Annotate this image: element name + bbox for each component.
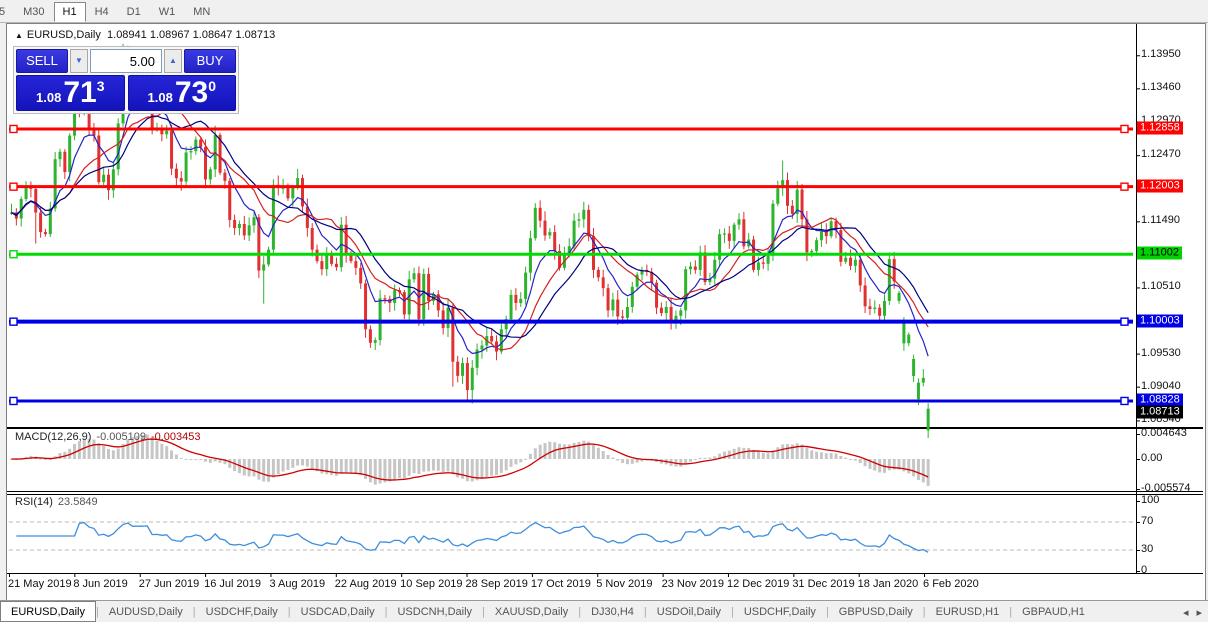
ma-line-sma18 [11, 115, 929, 339]
buy-price-handle: 1.08 [147, 90, 173, 105]
chart-window[interactable]: ▲ EURUSD,Daily 1.08941 1.08967 1.08647 1.… [6, 23, 1206, 601]
macd-signal-value: -0.003453 [150, 431, 201, 443]
price-level-badge: 1.11002 [1137, 246, 1182, 260]
level-handle[interactable] [1120, 317, 1129, 326]
level-handle[interactable] [1120, 396, 1129, 406]
chart-tab-gbpusd-daily[interactable]: GBPUSD,Daily [829, 603, 923, 621]
chart-tab-usdcad-daily[interactable]: USDCAD,Daily [291, 603, 385, 621]
price-axis-label: 1.09040 [1141, 379, 1181, 392]
price-axis-label: 1.09530 [1141, 346, 1181, 359]
level-handle[interactable] [9, 317, 18, 326]
volume-input[interactable] [90, 49, 162, 73]
chart-tab-usdoil-daily[interactable]: USDOil,Daily [647, 603, 731, 621]
sell-price-handle: 1.08 [36, 90, 62, 105]
chart-tab-usdchf-daily[interactable]: USDCHF,Daily [196, 603, 288, 621]
chart-tab-usdcnh-daily[interactable]: USDCNH,Daily [387, 603, 482, 621]
date-axis-label: 10 Sep 2019 [400, 578, 463, 590]
trading-terminal: 5 M30 H1 H4 D1 W1 MN ▲ EURUSD,Daily 1.08941 1.0… [0, 0, 1208, 622]
collapse-arrow-icon[interactable]: ▲ [15, 31, 23, 40]
sell-price-box[interactable]: 1.08 71 3 [16, 75, 125, 111]
ma-line-sma13 [11, 107, 929, 351]
chart-tab-xauusd-daily[interactable]: XAUUSD,Daily [485, 603, 578, 621]
level-handle[interactable] [9, 396, 18, 406]
rsi-axis-label: 0 [1141, 564, 1148, 576]
level-handle[interactable] [9, 124, 18, 134]
date-axis-label: 21 May 2019 [8, 578, 72, 590]
macd-axis-label: 0.004643 [1141, 426, 1187, 439]
symbol-label: EURUSD,Daily [26, 29, 101, 41]
price-level-badge: 1.10003 [1137, 314, 1183, 328]
date-axis-label: 17 Oct 2019 [530, 578, 591, 590]
macd-axis-label: -0.005574 [1141, 482, 1191, 495]
timeframe-toolbar: 5 M30 H1 H4 D1 W1 MN [0, 0, 1208, 23]
macd-axis-label: 0.00 [1141, 452, 1163, 464]
timeframe-tab-mn[interactable]: MN [184, 2, 219, 22]
macd-label: MACD(12,26,9) -0.005109 -0.003453 [15, 431, 201, 443]
chart-tab-eurusd-daily[interactable]: EURUSD,Daily [0, 600, 96, 622]
ohlc-values: 1.08941 1.08967 1.08647 1.08713 [107, 29, 276, 41]
date-axis-label: 8 Jun 2019 [73, 578, 128, 590]
tab-scroll-right-icon[interactable]: ▸ [1196, 606, 1202, 619]
timeframe-tab-m30[interactable]: M30 [14, 2, 53, 22]
price-axis-label: 1.10510 [1141, 280, 1181, 293]
rsi-value: 23.5849 [57, 496, 98, 508]
price-level-badge: 1.12858 [1137, 121, 1183, 135]
timeframe-tab-5[interactable]: 5 [0, 2, 14, 22]
date-axis-label: 6 Feb 2020 [923, 578, 979, 590]
macd-main-value: -0.005109 [96, 431, 146, 443]
chart-tab-bar: EURUSD,Daily | AUDUSD,Daily | USDCHF,Daily | U… [0, 600, 1208, 622]
timeframe-tab-d1[interactable]: D1 [118, 2, 150, 22]
rsi-axis-label: 30 [1141, 543, 1154, 555]
chart-tab-eurusd-h1[interactable]: EURUSD,H1 [926, 603, 1010, 621]
rsi-line [16, 521, 929, 553]
volume-increase-button[interactable]: ▲ [164, 49, 182, 73]
price-axis-label: 1.13950 [1141, 48, 1181, 61]
tab-scroll-arrows: ◂ ▸ [1183, 606, 1208, 619]
buy-price-box[interactable]: 1.08 73 0 [127, 75, 236, 111]
chart-tab-dj30-h4[interactable]: DJ30,H4 [581, 603, 644, 621]
price-axis-label: 1.12470 [1141, 148, 1181, 161]
chart-tab-usdchf-daily[interactable]: USDCHF,Daily [734, 603, 826, 621]
buy-price-point: 0 [208, 78, 216, 94]
timeframe-tab-h4[interactable]: H4 [86, 2, 118, 22]
level-handle[interactable] [1120, 182, 1129, 191]
current-price-badge: 1.08713 [1137, 405, 1183, 419]
date-axis-label: 5 Nov 2019 [596, 578, 653, 590]
chart-title: ▲ EURUSD,Daily 1.08941 1.08967 1.08647 1.… [15, 29, 275, 41]
sell-price-point: 3 [96, 78, 105, 94]
sell-price-pips: 71 [63, 76, 97, 109]
level-handle[interactable] [1120, 124, 1129, 134]
axis-ticks [9, 55, 1140, 577]
level-handle[interactable] [9, 182, 18, 191]
price-level-badge: 1.12003 [1137, 179, 1183, 193]
chart-tab-gbpaud-h1[interactable]: GBPAUD,H1 [1012, 603, 1095, 621]
price-axis-label: 1.13460 [1141, 81, 1181, 94]
timeframe-tab-h1[interactable]: H1 [53, 1, 86, 22]
volume-decrease-button[interactable]: ▼ [70, 49, 88, 73]
date-axis-label: 23 Nov 2019 [661, 578, 724, 590]
date-axis-label: 28 Sep 2019 [465, 578, 528, 590]
level-handle[interactable] [9, 250, 18, 259]
chart-tab-audusd-daily[interactable]: AUDUSD,Daily [99, 603, 193, 621]
date-axis-label: 12 Dec 2019 [726, 578, 790, 590]
tab-scroll-left-icon[interactable]: ◂ [1183, 606, 1189, 619]
rsi-level-lines [9, 521, 1133, 551]
timeframe-tab-w1[interactable]: W1 [150, 2, 185, 22]
sell-button[interactable]: SELL [16, 49, 68, 73]
date-axis-label: 3 Aug 2019 [269, 578, 326, 590]
buy-button[interactable]: BUY [184, 49, 236, 73]
rsi-label: RSI(14) 23.5849 [15, 496, 98, 508]
rsi-axis-label: 100 [1141, 494, 1160, 506]
rsi-axis-label: 70 [1141, 515, 1154, 527]
macd-signal-line [11, 438, 929, 481]
buy-price-pips: 73 [174, 76, 209, 109]
date-axis-label: 27 Jun 2019 [138, 578, 200, 590]
date-axis-label: 31 Dec 2019 [792, 578, 855, 590]
date-axis-label: 18 Jan 2020 [857, 578, 919, 590]
one-click-trading-panel: SELL ▼ ▲ BUY 1.08 71 3 1.08 73 0 [13, 46, 239, 114]
date-axis-label: 22 Aug 2019 [334, 578, 397, 590]
horizontal-level-lines [9, 124, 1133, 406]
date-axis-label: 16 Jul 2019 [204, 578, 261, 590]
price-axis-label: 1.11490 [1141, 214, 1180, 227]
